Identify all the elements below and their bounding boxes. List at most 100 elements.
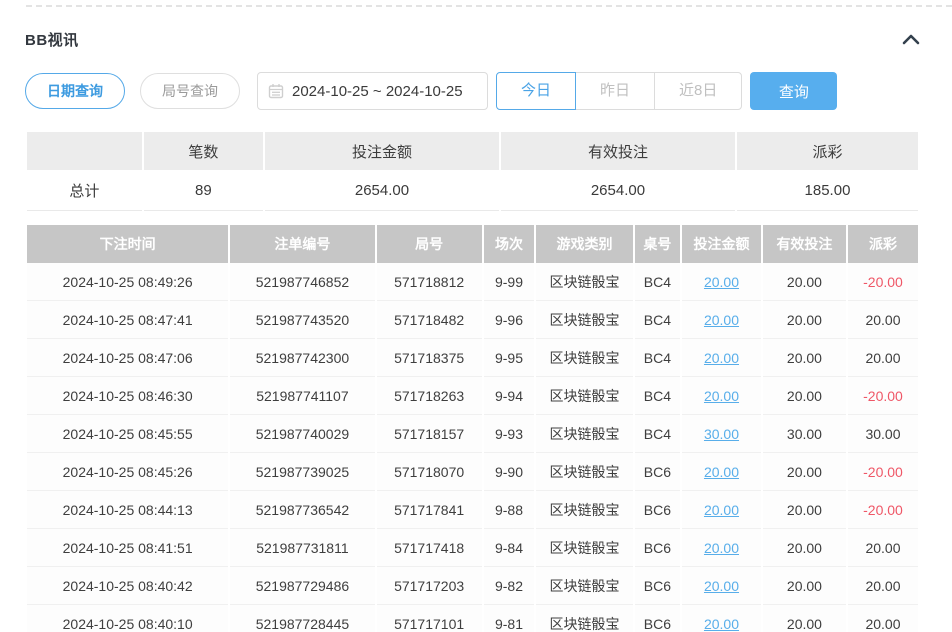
cell-valid-bet: 20.00 [763,529,846,567]
cell-table-id: BC6 [635,453,681,491]
cell-payout: -20.00 [848,453,918,491]
cell-table-id: BC6 [635,567,681,605]
cell-order-id: 521987743520 [230,301,374,339]
col-valid-bet: 有效投注 [763,225,846,263]
table-row: 2024-10-25 08:47:06521987742300571718375… [27,339,918,377]
summary-total-label: 总计 [27,170,142,211]
cell-bet-amount: 20.00 [682,377,761,415]
top-dashed-divider [26,5,952,7]
round-query-tab[interactable]: 局号查询 [140,73,240,109]
cell-bet-amount: 20.00 [682,491,761,529]
date-query-tab[interactable]: 日期查询 [25,73,125,109]
table-row: 2024-10-25 08:45:55521987740029571718157… [27,415,918,453]
bet-amount-link[interactable]: 20.00 [704,502,739,518]
bet-amount-link[interactable]: 20.00 [704,464,739,480]
tab-yesterday[interactable]: 昨日 [575,72,655,110]
cell-session: 9-88 [484,491,535,529]
cell-order-id: 521987740029 [230,415,374,453]
bet-amount-link[interactable]: 20.00 [704,616,739,632]
records-body: 2024-10-25 08:49:26521987746852571718812… [27,263,918,632]
bet-amount-link[interactable]: 20.00 [704,388,739,404]
summary-col-count: 笔数 [144,132,263,170]
cell-valid-bet: 20.00 [763,301,846,339]
summary-total-row: 总计 89 2654.00 2654.00 185.00 [27,170,918,211]
cell-payout: 30.00 [848,415,918,453]
cell-bet-time: 2024-10-25 08:41:51 [27,529,228,567]
filter-bar: 日期查询 局号查询 2024-10-25 ~ 2024-10-25 今日 昨日 … [25,72,920,110]
table-row: 2024-10-25 08:40:42521987729486571717203… [27,567,918,605]
cell-session: 9-82 [484,567,535,605]
cell-game-type: 区块链骰宝 [536,415,632,453]
col-bet-amount: 投注金额 [682,225,761,263]
search-button[interactable]: 查询 [750,72,837,110]
chevron-up-icon [902,34,920,45]
cell-bet-amount: 20.00 [682,339,761,377]
cell-payout: -20.00 [848,377,918,415]
cell-bet-amount: 30.00 [682,415,761,453]
cell-game-type: 区块链骰宝 [536,453,632,491]
page-title: BB视讯 [25,29,79,50]
tab-today[interactable]: 今日 [496,72,576,110]
records-header-row: 下注时间 注单编号 局号 场次 游戏类别 桌号 投注金额 有效投注 派彩 [27,225,918,263]
bet-amount-link[interactable]: 20.00 [704,274,739,290]
cell-valid-bet: 20.00 [763,263,846,301]
bet-amount-link[interactable]: 30.00 [704,426,739,442]
col-payout: 派彩 [848,225,918,263]
col-bet-time: 下注时间 [27,225,228,263]
cell-bet-time: 2024-10-25 08:44:13 [27,491,228,529]
summary-col-blank [27,132,142,170]
cell-payout: 20.00 [848,529,918,567]
cell-valid-bet: 20.00 [763,339,846,377]
cell-round-id: 571717418 [377,529,482,567]
cell-game-type: 区块链骰宝 [536,263,632,301]
cell-order-id: 521987731811 [230,529,374,567]
cell-table-id: BC4 [635,377,681,415]
cell-payout: -20.00 [848,263,918,301]
cell-round-id: 571718812 [377,263,482,301]
cell-table-id: BC4 [635,263,681,301]
table-row: 2024-10-25 08:45:26521987739025571718070… [27,453,918,491]
bet-amount-link[interactable]: 20.00 [704,312,739,328]
cell-bet-time: 2024-10-25 08:46:30 [27,377,228,415]
date-range-input[interactable]: 2024-10-25 ~ 2024-10-25 [257,72,488,110]
cell-bet-time: 2024-10-25 08:47:06 [27,339,228,377]
tab-last8days[interactable]: 近8日 [654,72,742,110]
bet-amount-link[interactable]: 20.00 [704,540,739,556]
section-header: BB视讯 [25,29,920,50]
cell-bet-amount: 20.00 [682,529,761,567]
cell-bet-time: 2024-10-25 08:45:26 [27,453,228,491]
cell-bet-time: 2024-10-25 08:45:55 [27,415,228,453]
cell-bet-time: 2024-10-25 08:49:26 [27,263,228,301]
bet-amount-link[interactable]: 20.00 [704,350,739,366]
cell-bet-amount: 20.00 [682,263,761,301]
cell-game-type: 区块链骰宝 [536,301,632,339]
col-session: 场次 [484,225,535,263]
cell-session: 9-81 [484,605,535,632]
bet-amount-link[interactable]: 20.00 [704,578,739,594]
cell-session: 9-99 [484,263,535,301]
summary-bet-amount: 2654.00 [265,170,499,211]
cell-round-id: 571718263 [377,377,482,415]
cell-table-id: BC6 [635,491,681,529]
col-table-id: 桌号 [635,225,681,263]
cell-round-id: 571718070 [377,453,482,491]
summary-col-valid-bet: 有效投注 [501,132,735,170]
cell-payout: -20.00 [848,491,918,529]
col-order-id: 注单编号 [230,225,374,263]
cell-payout: 20.00 [848,339,918,377]
cell-bet-amount: 20.00 [682,301,761,339]
table-row: 2024-10-25 08:40:10521987728445571717101… [27,605,918,632]
cell-session: 9-90 [484,453,535,491]
cell-game-type: 区块链骰宝 [536,491,632,529]
cell-bet-amount: 20.00 [682,453,761,491]
col-round-id: 局号 [377,225,482,263]
table-row: 2024-10-25 08:46:30521987741107571718263… [27,377,918,415]
collapse-button[interactable] [902,34,920,45]
cell-bet-time: 2024-10-25 08:47:41 [27,301,228,339]
cell-round-id: 571718375 [377,339,482,377]
cell-valid-bet: 20.00 [763,491,846,529]
cell-valid-bet: 20.00 [763,567,846,605]
cell-table-id: BC6 [635,605,681,632]
table-row: 2024-10-25 08:41:51521987731811571717418… [27,529,918,567]
cell-order-id: 521987739025 [230,453,374,491]
